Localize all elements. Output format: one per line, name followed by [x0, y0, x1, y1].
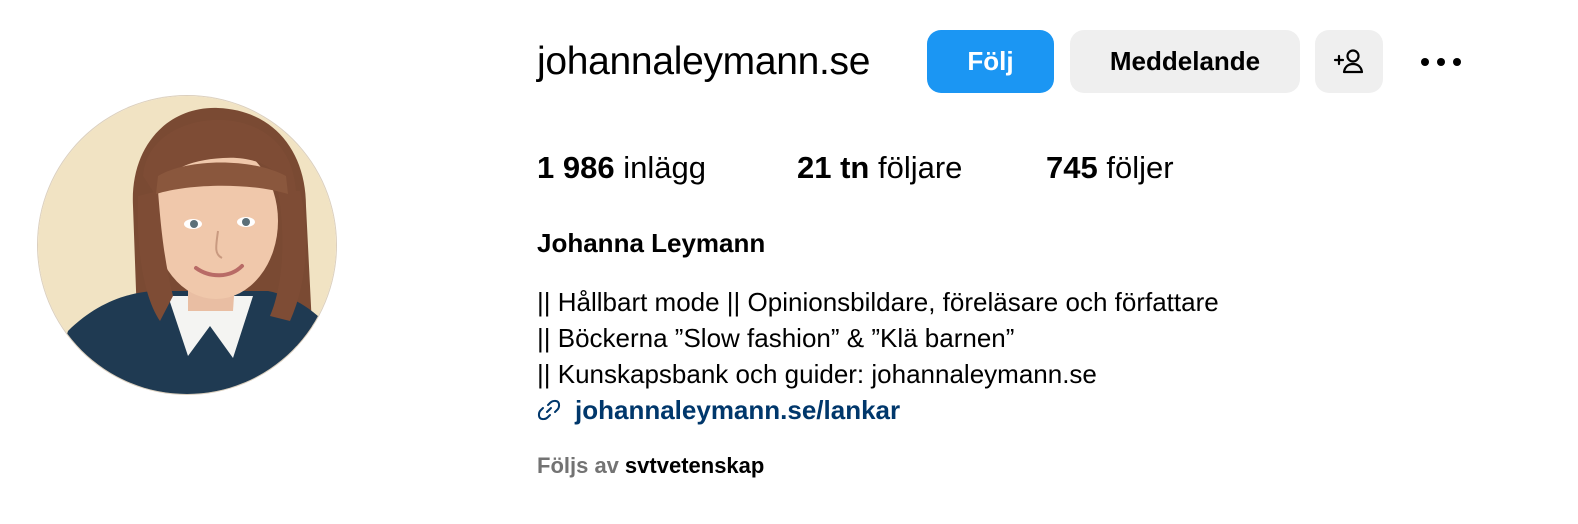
- follow-button[interactable]: Följ: [927, 30, 1054, 93]
- followers-label: följare: [877, 150, 963, 185]
- followers-count: 21 tn: [797, 150, 870, 185]
- more-options-button[interactable]: [1415, 44, 1467, 80]
- bio-line: || Hållbart mode || Opinionsbildare, för…: [537, 287, 1219, 317]
- profile-username: johannaleymann.se: [537, 40, 871, 83]
- bio-link-text[interactable]: johannaleymann.se/lankar: [575, 395, 900, 426]
- avatar-image: [38, 96, 336, 394]
- suggest-accounts-button[interactable]: [1315, 30, 1383, 93]
- followed-by[interactable]: Följs av svtvetenskap: [537, 452, 764, 480]
- bio-link[interactable]: johannaleymann.se/lankar: [537, 394, 900, 426]
- profile-full-name: Johanna Leymann: [537, 228, 766, 258]
- stat-followers[interactable]: 21 tn följare: [797, 148, 962, 188]
- more-dots-icon: [1421, 58, 1461, 66]
- followed-by-prefix: Följs av: [537, 453, 619, 478]
- posts-count: 1 986: [537, 150, 615, 185]
- following-count: 745: [1046, 150, 1098, 185]
- posts-label: inlägg: [623, 150, 706, 185]
- following-label: följer: [1106, 150, 1174, 185]
- bio-line: || Kunskapsbank och guider: johannaleyma…: [537, 359, 1097, 389]
- add-person-icon: [1333, 48, 1364, 73]
- followed-by-account[interactable]: svtvetenskap: [625, 453, 764, 478]
- stat-posts: 1 986 inlägg: [537, 148, 706, 188]
- stat-following[interactable]: 745 följer: [1046, 148, 1174, 188]
- message-button[interactable]: Meddelande: [1070, 30, 1300, 93]
- link-icon: [537, 399, 561, 421]
- bio-line: || Böckerna ”Slow fashion” & ”Klä barnen…: [537, 323, 1015, 353]
- profile-avatar[interactable]: [38, 96, 336, 394]
